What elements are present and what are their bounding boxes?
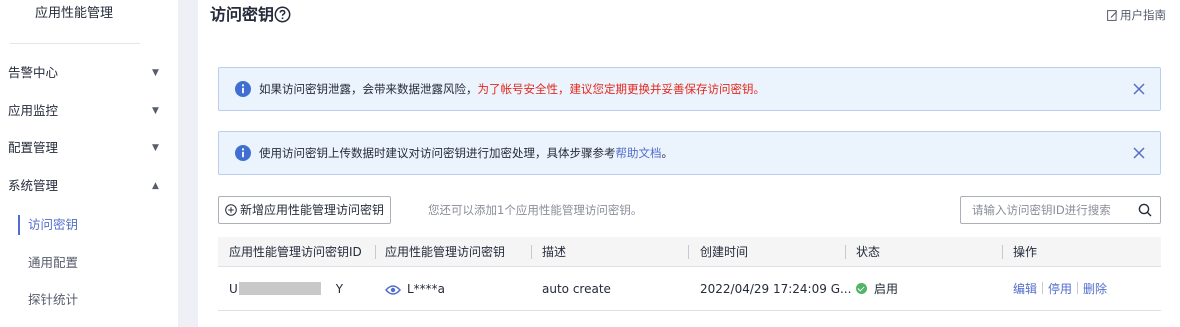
cell-actions: 编辑 停用 删除 [1013, 267, 1107, 311]
alert-suffix: 。 [661, 146, 674, 160]
column-header-created: 创建时间 [700, 245, 749, 259]
alert-text: 如果访问密钥泄露，会带来数据泄露风险，为了帐号安全性，建议您定期更换并妥善保存访… [259, 68, 765, 110]
redacted-block [238, 282, 321, 295]
encryption-alert: 使用访问密钥上传数据时建议对访问密钥进行加密处理，具体步骤参考帮助文档。 [218, 131, 1161, 175]
column-header-key: 应用性能管理访问密钥 [385, 245, 506, 259]
search-box [960, 196, 1161, 224]
sidebar-subitem-label: 访问密钥 [28, 217, 79, 232]
chevron-up-icon: ▲ [152, 181, 159, 191]
user-guide-label: 用户指南 [1120, 8, 1166, 22]
status-ok-icon [856, 283, 867, 294]
key-id-suffix: Y [335, 282, 344, 296]
table-header: 应用性能管理访问密钥ID 应用性能管理访问密钥 描述 创建时间 状态 操作 [218, 237, 1161, 267]
page-title: 访问密钥 [210, 5, 275, 24]
search-icon[interactable] [1138, 203, 1152, 217]
cell-key-id: UY [229, 267, 343, 311]
sidebar-item-app-monitoring[interactable]: 应用监控 ▼ [0, 99, 178, 123]
sidebar-item-label: 应用监控 [8, 103, 59, 118]
info-icon [235, 145, 251, 161]
help-icon[interactable] [274, 6, 291, 23]
sidebar-divider [10, 43, 140, 44]
close-icon[interactable] [1132, 82, 1146, 96]
action-divider [1042, 282, 1044, 294]
sidebar-subitem-access-keys[interactable]: 访问密钥 [0, 213, 178, 237]
column-divider [845, 245, 846, 259]
column-divider [531, 245, 532, 259]
sidebar: 应用性能管理 告警中心 ▼ 应用监控 ▼ 配置管理 ▼ 系统管理 ▲ 访问密钥 … [0, 0, 178, 327]
edit-doc-icon [1107, 10, 1118, 21]
sidebar-title: 应用性能管理 [34, 6, 113, 21]
user-guide-link[interactable]: 用户指南 [1107, 7, 1166, 23]
chevron-down-icon: ▼ [152, 106, 159, 116]
delete-button[interactable]: 删除 [1083, 282, 1107, 296]
close-icon[interactable] [1132, 146, 1146, 160]
disable-button[interactable]: 停用 [1048, 282, 1072, 296]
masked-key: L****a [407, 282, 446, 296]
action-divider [1077, 282, 1079, 294]
key-id-prefix: U [229, 282, 238, 296]
sidebar-subitem-label: 通用配置 [28, 255, 79, 270]
chevron-down-icon: ▼ [152, 68, 159, 78]
column-header-key-id: 应用性能管理访问密钥ID [229, 245, 362, 259]
sidebar-subitem-general-config[interactable]: 通用配置 [0, 251, 178, 275]
sidebar-item-config-management[interactable]: 配置管理 ▼ [0, 136, 178, 160]
alert-text: 使用访问密钥上传数据时建议对访问密钥进行加密处理，具体步骤参考帮助文档。 [259, 132, 673, 174]
main-content: 访问密钥 用户指南 如果访问密钥泄露，会带来数据泄露风险，为了帐号安全性，建议您… [198, 0, 1180, 327]
chevron-down-icon: ▼ [152, 143, 159, 153]
cell-created-time: 2022/04/29 17:24:09 G... [700, 282, 852, 296]
table-row: UY L****a auto create 2022/04/29 17:24:0… [218, 267, 1161, 311]
add-access-key-label: 新增应用性能管理访问密钥 [239, 203, 384, 217]
status-text: 启用 [874, 282, 899, 296]
sidebar-item-system-management[interactable]: 系统管理 ▲ [0, 174, 178, 198]
column-header-actions: 操作 [1013, 245, 1038, 259]
sidebar-subitem-label: 探针统计 [28, 292, 79, 307]
quota-hint: 您还可以添加1个应用性能管理访问密钥。 [428, 203, 643, 217]
info-icon [235, 81, 251, 97]
sidebar-item-alarm-center[interactable]: 告警中心 ▼ [0, 61, 178, 85]
edit-button[interactable]: 编辑 [1013, 282, 1037, 296]
security-alert: 如果访问密钥泄露，会带来数据泄露风险，为了帐号安全性，建议您定期更换并妥善保存访… [218, 67, 1161, 111]
column-divider [375, 245, 376, 259]
column-header-status: 状态 [856, 245, 881, 259]
alert-message: 使用访问密钥上传数据时建议对访问密钥进行加密处理，具体步骤参考 [259, 146, 616, 160]
plus-circle-icon [225, 204, 237, 216]
sidebar-item-label: 系统管理 [8, 178, 59, 193]
eye-icon[interactable] [385, 284, 401, 296]
cell-status: 启用 [856, 267, 898, 311]
add-access-key-button[interactable]: 新增应用性能管理访问密钥 [218, 196, 391, 224]
sidebar-subitem-probe-stats[interactable]: 探针统计 [0, 288, 178, 312]
help-doc-link[interactable]: 帮助文档 [616, 146, 662, 160]
cell-key: L****a [385, 267, 445, 311]
column-divider [688, 245, 689, 259]
search-input[interactable] [962, 198, 1132, 222]
alert-message: 如果访问密钥泄露，会带来数据泄露风险， [259, 82, 478, 96]
cell-description: auto create [542, 282, 611, 296]
column-header-description: 描述 [542, 245, 567, 259]
alert-warning: 为了帐号安全性，建议您定期更换并妥善保存访问密钥。 [477, 82, 766, 96]
sidebar-item-label: 配置管理 [8, 140, 59, 155]
sidebar-item-label: 告警中心 [8, 65, 59, 80]
column-divider [1002, 245, 1003, 259]
